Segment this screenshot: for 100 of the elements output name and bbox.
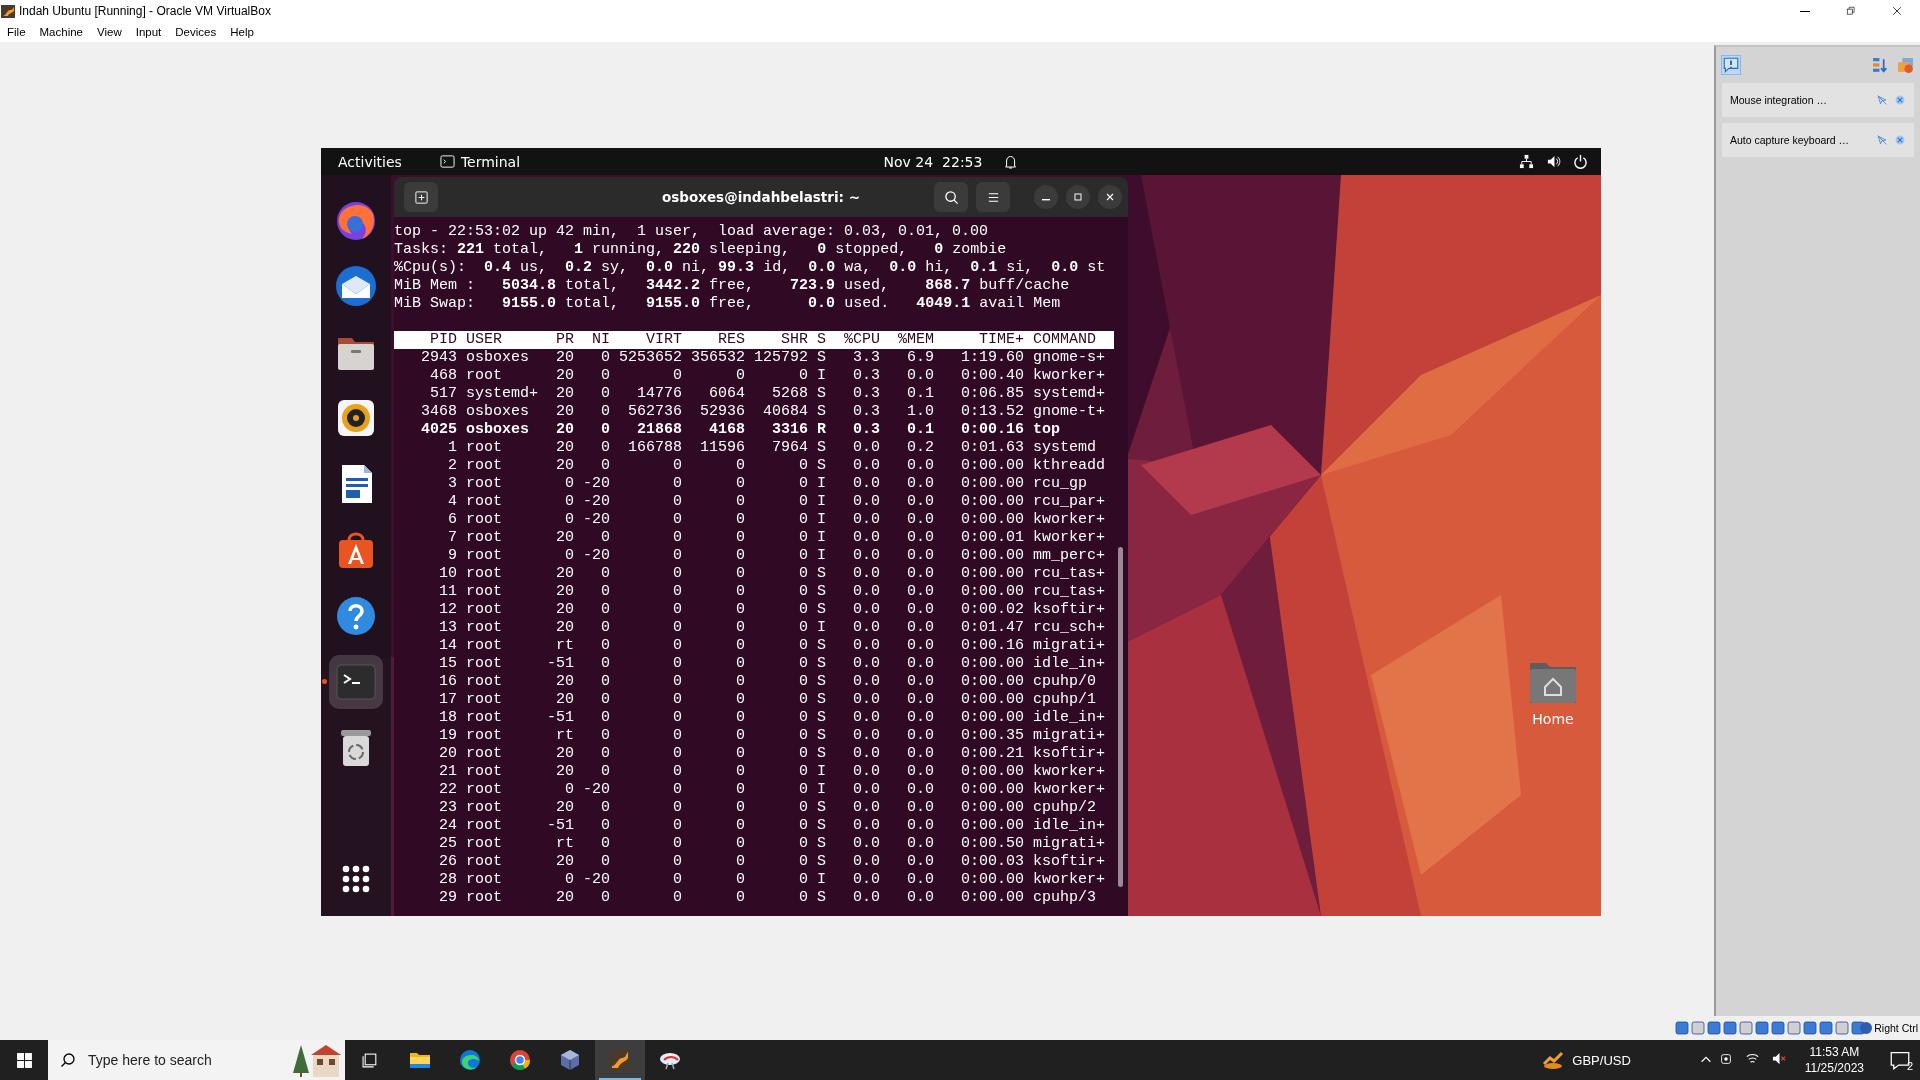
muted-speaker-icon[interactable]	[1771, 1051, 1787, 1066]
taskbar-clock[interactable]: 11:53 AM 11/25/2023	[1798, 1043, 1870, 1077]
clear-button[interactable]	[1897, 56, 1914, 74]
table-cell: idle_in+	[1033, 655, 1105, 673]
menu-item[interactable]: Input	[128, 26, 169, 38]
table-cell-text: 0	[600, 529, 610, 547]
column-header: S	[817, 331, 826, 349]
table-cell-text: root	[466, 871, 503, 889]
volume-icon[interactable]	[1546, 154, 1561, 169]
network-icon[interactable]	[1519, 154, 1534, 169]
app-menu-label[interactable]: Terminal	[460, 153, 521, 170]
table-cell-text: root	[466, 475, 503, 493]
menu-item[interactable]: Devices	[168, 26, 224, 38]
sort-button[interactable]	[1872, 56, 1889, 74]
scrollbar[interactable]	[1118, 547, 1123, 887]
menu-item[interactable]: File	[0, 26, 33, 38]
table-cell-text: 0	[798, 835, 808, 853]
table-cell-text: 0	[735, 835, 745, 853]
table-cell-text: 5268	[771, 385, 808, 403]
maximize-button[interactable]	[1066, 185, 1090, 209]
notification-button[interactable]	[1722, 56, 1740, 74]
table-cell-text: root	[466, 457, 503, 475]
table-cell-text: 0:00.00	[960, 511, 1024, 529]
table-cell-text: 0	[564, 493, 574, 511]
table-cell-text: 0:13.52	[960, 403, 1024, 421]
table-cell-text: 0.0	[906, 475, 934, 493]
table-cell-text: 0	[735, 547, 745, 565]
table-cell-text: 0	[600, 673, 610, 691]
table-cell-text: root	[466, 583, 503, 601]
menu-item[interactable]: View	[90, 26, 129, 38]
table-cell-text: 0	[798, 817, 808, 835]
table-cell-text: 0.0	[906, 673, 934, 691]
table-cell-text: 0:00.00	[960, 673, 1024, 691]
minimize-button[interactable]	[1034, 185, 1058, 209]
table-cell-text: 0:00.00	[960, 493, 1024, 511]
table-cell-text: 0:00.00	[960, 871, 1024, 889]
table-cell: S	[817, 457, 826, 475]
table-cell: gnome-t+	[1033, 403, 1105, 421]
table-cell-text: 26	[438, 853, 457, 871]
search-button[interactable]	[934, 182, 968, 212]
ticker-label[interactable]: GBP/USD	[1572, 1052, 1631, 1068]
table-cell-text: 0	[672, 493, 682, 511]
table-cell-text: 0	[798, 655, 808, 673]
power-icon[interactable]	[1573, 154, 1588, 169]
table-cell-text: osboxes	[466, 403, 530, 421]
table-cell-text: 0	[600, 367, 610, 385]
table-cell-text: 0:06.85	[960, 385, 1024, 403]
search-box[interactable]: Type here to search	[48, 1040, 345, 1080]
table-cell-text: 0	[600, 745, 610, 763]
table-cell-text: 0	[600, 583, 610, 601]
search-field[interactable]: Type here to search	[86, 1051, 281, 1069]
table-cell-text: 0	[798, 493, 808, 511]
table-cell-text: root	[466, 547, 503, 565]
table-cell-text: cpuhp/1	[1033, 691, 1097, 709]
table-cell-text: 0	[672, 619, 682, 637]
table-cell-text: 3468	[420, 403, 457, 421]
search-icon	[943, 189, 959, 205]
table-cell: 356532	[691, 349, 745, 367]
menu-item[interactable]: Help	[223, 26, 261, 38]
table-cell: -51	[547, 709, 574, 727]
bell-icon[interactable]	[1002, 153, 1019, 170]
column-header: COMMAND	[1033, 331, 1097, 349]
table-cell-text: 0	[672, 583, 682, 601]
table-cell-text: 20	[555, 889, 574, 907]
column-header: NI	[591, 331, 610, 349]
new-tab-button[interactable]	[404, 182, 438, 212]
table-cell-text: 6064	[708, 385, 745, 403]
table-cell-text: 0	[798, 673, 808, 691]
table-cell-text: 0	[735, 817, 745, 835]
table-cell-text: 0	[672, 511, 682, 529]
table-cell-text: 6.9	[906, 349, 934, 367]
clock[interactable]: Nov 24 22:53	[877, 152, 989, 171]
table-cell-text: 11596	[699, 439, 745, 457]
table-cell-text: 0:00.50	[960, 835, 1024, 853]
desktop-icon-label[interactable]: Home	[1532, 711, 1574, 727]
table-cell-text: 0	[600, 763, 610, 781]
table-cell-text: 0	[672, 727, 682, 745]
activities-button[interactable]: Activities	[321, 153, 419, 170]
restore-icon	[1846, 6, 1856, 16]
table-cell-text: 0	[735, 853, 745, 871]
table-cell: I	[817, 493, 826, 511]
menu-item[interactable]: Machine	[32, 26, 90, 38]
table-cell-text: 0	[735, 457, 745, 475]
dismiss-icon[interactable]	[1894, 94, 1906, 106]
notification-text: Mouse integration …	[1730, 94, 1828, 106]
close-button[interactable]	[1098, 185, 1122, 209]
table-cell-text: 4025	[420, 421, 457, 439]
column-header: %MEM	[897, 331, 934, 349]
table-cell-text: root	[466, 727, 503, 745]
notification-center-button[interactable]: 2	[1880, 1040, 1920, 1080]
table-cell: I	[817, 547, 826, 565]
table-cell-text: 0.0	[852, 889, 880, 907]
dismiss-icon[interactable]	[1894, 134, 1906, 146]
table-cell-text: 0.0	[852, 475, 880, 493]
table-cell: -20	[583, 547, 610, 565]
table-cell-text: 24	[438, 817, 457, 835]
table-cell: S	[817, 601, 826, 619]
table-cell: -20	[583, 511, 610, 529]
menu-button[interactable]	[976, 182, 1010, 212]
table-cell-text: 0	[600, 709, 610, 727]
